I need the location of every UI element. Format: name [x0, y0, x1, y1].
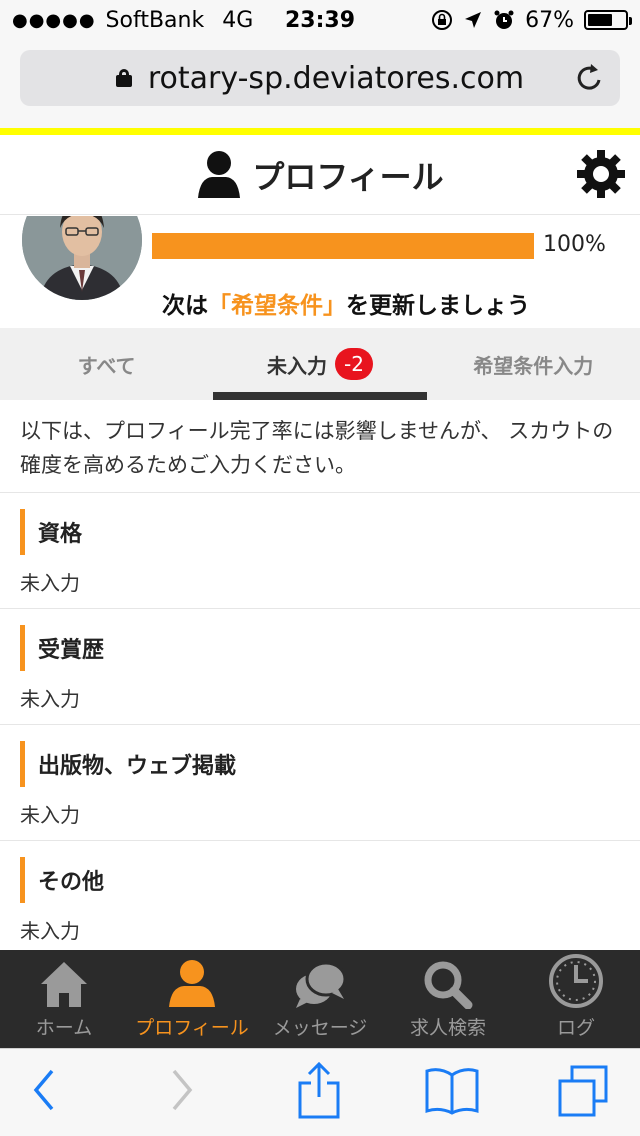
tabs-icon[interactable]: [556, 1063, 610, 1119]
network-label: 4G: [222, 7, 254, 33]
lock-icon: [115, 69, 132, 87]
section-title: その他: [20, 857, 104, 903]
app-header: プロフィール: [0, 135, 640, 215]
section-value: 未入力: [20, 687, 80, 711]
alarm-icon: [494, 10, 514, 29]
bookmarks-icon[interactable]: [424, 1065, 480, 1115]
clock-icon: [549, 954, 603, 1008]
tab-all[interactable]: すべて: [0, 328, 213, 400]
address-bar[interactable]: rotary-sp.deviatores.com: [20, 50, 620, 106]
person-icon: [169, 960, 215, 1007]
browser-chrome: ●●●●● SoftBank 4G 23:39 67% rotary-sp.de…: [0, 0, 640, 128]
search-icon: [424, 961, 473, 1009]
nav-home[interactable]: ホーム: [0, 950, 128, 1048]
forward-icon[interactable]: [168, 1065, 198, 1115]
progress-fill: [152, 233, 534, 259]
avatar[interactable]: [22, 216, 142, 300]
tab-all-label: すべて: [77, 353, 136, 378]
nav-log[interactable]: ログ: [512, 950, 640, 1048]
next-update-message: 次は「希望条件」を更新しましょう: [162, 286, 530, 320]
chat-icon: [296, 961, 347, 1008]
next-prefix: 次は: [162, 293, 208, 319]
unfilled-count-badge: -2: [334, 348, 373, 380]
header-accent-strip: [0, 128, 640, 135]
tab-unfilled[interactable]: 未入力 -2: [213, 328, 427, 400]
section-awards[interactable]: 受賞歴 未入力: [0, 609, 640, 725]
person-icon: [198, 150, 241, 198]
nav-profile[interactable]: プロフィール: [128, 950, 256, 1048]
battery-icon: [584, 10, 632, 30]
nav-messages-label: メッセージ: [272, 1017, 368, 1039]
url-text: rotary-sp.deviatores.com: [147, 60, 525, 96]
section-publications[interactable]: 出版物、ウェブ掲載 未入力: [0, 725, 640, 841]
tab-preferences[interactable]: 希望条件入力: [427, 328, 640, 400]
section-title: 出版物、ウェブ掲載: [20, 741, 236, 787]
location-arrow-icon: [465, 12, 482, 28]
nav-home-label: ホーム: [35, 1017, 93, 1039]
home-icon: [41, 962, 87, 1007]
profile-progress-bar: [152, 233, 534, 259]
section-other[interactable]: その他 未入力: [0, 841, 640, 957]
share-icon[interactable]: [296, 1061, 342, 1119]
unfilled-sections: 資格 未入力 受賞歴 未入力 出版物、ウェブ掲載 未入力 その他 未入力: [0, 493, 640, 957]
profile-summary: 100% 次は「希望条件」を更新しましょう: [0, 216, 640, 328]
section-title: 資格: [20, 509, 82, 555]
rotation-lock-icon: [432, 10, 453, 30]
nav-profile-label: プロフィール: [135, 1017, 249, 1039]
progress-percent: 100%: [543, 232, 606, 257]
browser-toolbar: [0, 1048, 640, 1136]
tab-unfilled-label: 未入力: [266, 353, 327, 378]
reload-icon[interactable]: [574, 62, 604, 94]
nav-job-search-label: 求人検索: [409, 1017, 486, 1039]
notice-text: 以下は、プロフィール完了率には影響しませんが、 スカウトの確度を高めるためご入力…: [0, 400, 640, 493]
section-value: 未入力: [20, 571, 80, 595]
carrier-label: SoftBank: [105, 7, 205, 33]
next-highlight-link[interactable]: 「希望条件」: [208, 293, 346, 319]
page-title: プロフィール: [252, 157, 444, 196]
profile-tabs: すべて 未入力 -2 希望条件入力: [0, 328, 640, 400]
battery-label: 67%: [525, 7, 574, 33]
bottom-nav: ホーム プロフィール メッセージ 求人検索 ログ: [0, 950, 640, 1048]
section-value: 未入力: [20, 803, 80, 827]
gear-icon[interactable]: [576, 149, 626, 199]
tab-preferences-label: 希望条件入力: [473, 353, 594, 378]
next-suffix: を更新しましょう: [346, 293, 530, 319]
status-bar: ●●●●● SoftBank 4G 23:39 67%: [0, 0, 640, 40]
nav-job-search[interactable]: 求人検索: [384, 950, 512, 1048]
section-value: 未入力: [20, 919, 80, 943]
nav-log-label: ログ: [556, 1017, 595, 1039]
section-title: 受賞歴: [20, 625, 104, 671]
signal-dots-icon: ●●●●●: [12, 9, 96, 31]
section-qualifications[interactable]: 資格 未入力: [0, 493, 640, 609]
nav-messages[interactable]: メッセージ: [256, 950, 384, 1048]
back-icon[interactable]: [28, 1065, 58, 1115]
